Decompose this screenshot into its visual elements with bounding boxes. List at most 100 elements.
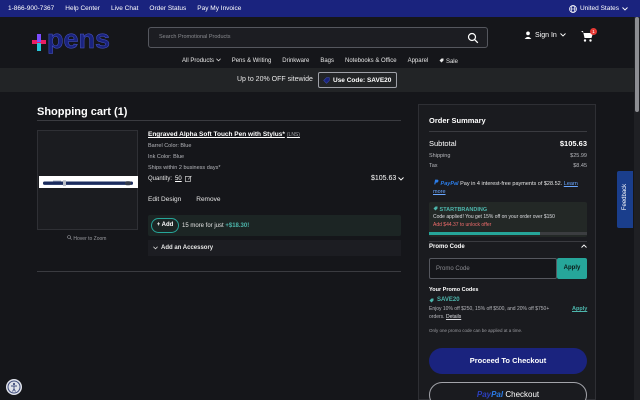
offer-progress-fill <box>429 232 540 235</box>
logo-wordmark: pens <box>47 25 110 54</box>
nav-pens-writing[interactable]: Pens & Writing <box>232 58 272 64</box>
tax-label: Tax <box>429 163 438 169</box>
divider <box>429 241 587 242</box>
promo-banner: Up to 20% OFF sitewide Use Code: SAVE20 <box>0 68 640 92</box>
quantity-label: Quantity: <box>148 175 173 182</box>
quantity-value[interactable]: 50 <box>175 176 182 182</box>
offer-unlock-text: Add $44.37 to unlock offer <box>433 222 492 228</box>
promo-code-name: SAVE20 <box>437 297 460 303</box>
add-accessory-label: Add an Accessory <box>161 245 214 251</box>
promo-code-input[interactable]: Promo Code <box>429 258 557 279</box>
item-price[interactable]: $105.63 <box>371 175 405 182</box>
upsell-text: 15 more for just +$18.30! <box>182 223 249 229</box>
subtotal-label: Subtotal <box>429 139 457 148</box>
scrollbar-thumb[interactable] <box>635 17 639 112</box>
page-title: Shopping cart (1) <box>37 106 128 118</box>
tag-icon <box>433 206 438 211</box>
cart-count-badge: 1 <box>590 28 597 35</box>
your-promo-codes-heading: Your Promo Codes <box>429 287 479 293</box>
paypal-checkout-button[interactable]: PayPal Checkout <box>429 382 587 400</box>
product-image[interactable] <box>37 130 138 230</box>
globe-icon <box>569 4 577 13</box>
scrollbar[interactable] <box>634 17 640 400</box>
add-more-button[interactable]: + Add <box>151 218 179 233</box>
tax-row: Tax $8.45 <box>429 163 587 169</box>
nav-sale[interactable]: Sale <box>439 58 458 65</box>
promo-code-toggle[interactable]: Promo Code <box>429 244 587 250</box>
tag-icon <box>439 58 444 62</box>
item-price-value: $105.63 <box>371 175 397 182</box>
sign-in-label: Sign In <box>535 31 557 39</box>
main-nav: All Products Pens & Writing Drinkware Ba… <box>0 54 640 68</box>
sign-in-button[interactable]: Sign In <box>524 31 566 39</box>
divider <box>429 131 587 132</box>
nav-drinkware[interactable]: Drinkware <box>282 58 309 64</box>
edit-icon[interactable] <box>184 175 192 182</box>
paypal-logo-pay: Pay <box>476 390 492 399</box>
country-selector[interactable]: United States <box>569 0 628 17</box>
chevron-up-icon <box>581 244 587 248</box>
hover-to-zoom: Hover to Zoom <box>67 235 106 242</box>
offer-applied-text: Code applied! You get 15% off on your or… <box>433 214 555 220</box>
hover-to-zoom-label: Hover to Zoom <box>73 236 107 242</box>
pay-invoice-link[interactable]: Pay My Invoice <box>197 5 241 12</box>
nav-bags[interactable]: Bags <box>320 58 334 64</box>
ink-color: Ink Color: Blue <box>148 154 185 160</box>
promo-banner-code-label: Use Code: SAVE20 <box>333 76 392 84</box>
nav-apparel[interactable]: Apparel <box>408 58 429 64</box>
accessibility-icon[interactable] <box>6 379 22 395</box>
nav-notebooks-office[interactable]: Notebooks & Office <box>345 58 397 64</box>
proceed-to-checkout-button[interactable]: Proceed To Checkout <box>429 348 587 374</box>
paypal-brand: PayPal <box>440 181 459 187</box>
promo-code-item: SAVE20 <box>429 297 460 303</box>
order-status-link[interactable]: Order Status <box>149 5 186 12</box>
one-code-note: Only one promo code can be applied at a … <box>429 328 523 333</box>
help-center-link[interactable]: Help Center <box>65 5 100 12</box>
nav-sale-label: Sale <box>445 58 458 65</box>
remove-button[interactable]: Remove <box>196 196 220 203</box>
phone-link[interactable]: 1-866-900-7367 <box>8 5 54 12</box>
feedback-tab[interactable]: Feedback <box>617 171 633 228</box>
divider <box>37 271 401 272</box>
feedback-label: Feedback <box>622 183 628 211</box>
quantity-row: Quantity: 50 <box>148 175 192 182</box>
top-utility-bar: 1-866-900-7367 Help Center Live Chat Ord… <box>0 0 640 17</box>
search-bar[interactable]: Search Promotional Products <box>148 27 488 48</box>
shipping-row: Shipping $25.99 <box>429 153 587 159</box>
offer-code: STARTBRANDING <box>439 207 488 213</box>
apply-save20-link[interactable]: Apply <box>572 306 587 312</box>
add-accessory-toggle[interactable]: Add an Accessory <box>148 240 401 256</box>
upsell-label: 15 more for just <box>182 223 224 229</box>
user-icon <box>524 31 532 39</box>
tag-icon <box>429 298 434 302</box>
chevron-down-icon <box>398 176 405 181</box>
search-placeholder: Search Promotional Products <box>159 34 231 40</box>
divider <box>37 120 401 121</box>
paypal-checkout-label: Checkout <box>505 390 540 399</box>
upsell-amount: +$18.30! <box>225 223 250 229</box>
tax-value: $8.45 <box>573 163 587 169</box>
edit-design-button[interactable]: Edit Design <box>148 196 181 203</box>
subtotal-row: Subtotal $105.63 <box>429 139 587 148</box>
product-name-text: Engraved Alpha Soft Touch Pen with Stylu… <box>148 131 285 138</box>
tag-icon <box>323 77 330 84</box>
promo-code-label: Promo Code <box>429 244 465 250</box>
product-name[interactable]: Engraved Alpha Soft Touch Pen with Stylu… <box>148 131 300 138</box>
promo-banner-code[interactable]: Use Code: SAVE20 <box>318 72 397 88</box>
chevron-down-icon <box>215 58 221 62</box>
nav-all-products[interactable]: All Products <box>182 58 221 64</box>
apply-promo-button[interactable]: Apply <box>557 258 587 279</box>
offer-title: STARTBRANDING <box>433 206 487 213</box>
paypal-logo-pal: Pal <box>491 390 504 399</box>
applied-offer-box: STARTBRANDING Code applied! You get 15% … <box>429 202 587 237</box>
promo-code-placeholder: Promo Code <box>436 266 470 272</box>
promo-details-link[interactable]: Details <box>446 314 461 320</box>
live-chat-link[interactable]: Live Chat <box>111 5 138 12</box>
paypal-installments-text: Pay in 4 interest-free payments of $28.5… <box>460 181 563 187</box>
quantity-upsell: + Add 15 more for just +$18.30! <box>148 215 401 236</box>
country-label: United States <box>579 5 619 12</box>
search-icon[interactable] <box>467 32 479 44</box>
offer-progress-bar <box>429 232 587 235</box>
subtotal-value: $105.63 <box>559 139 587 148</box>
promo-code-description: Enjoy 10% off $250, 15% off $500, and 20… <box>429 305 557 321</box>
